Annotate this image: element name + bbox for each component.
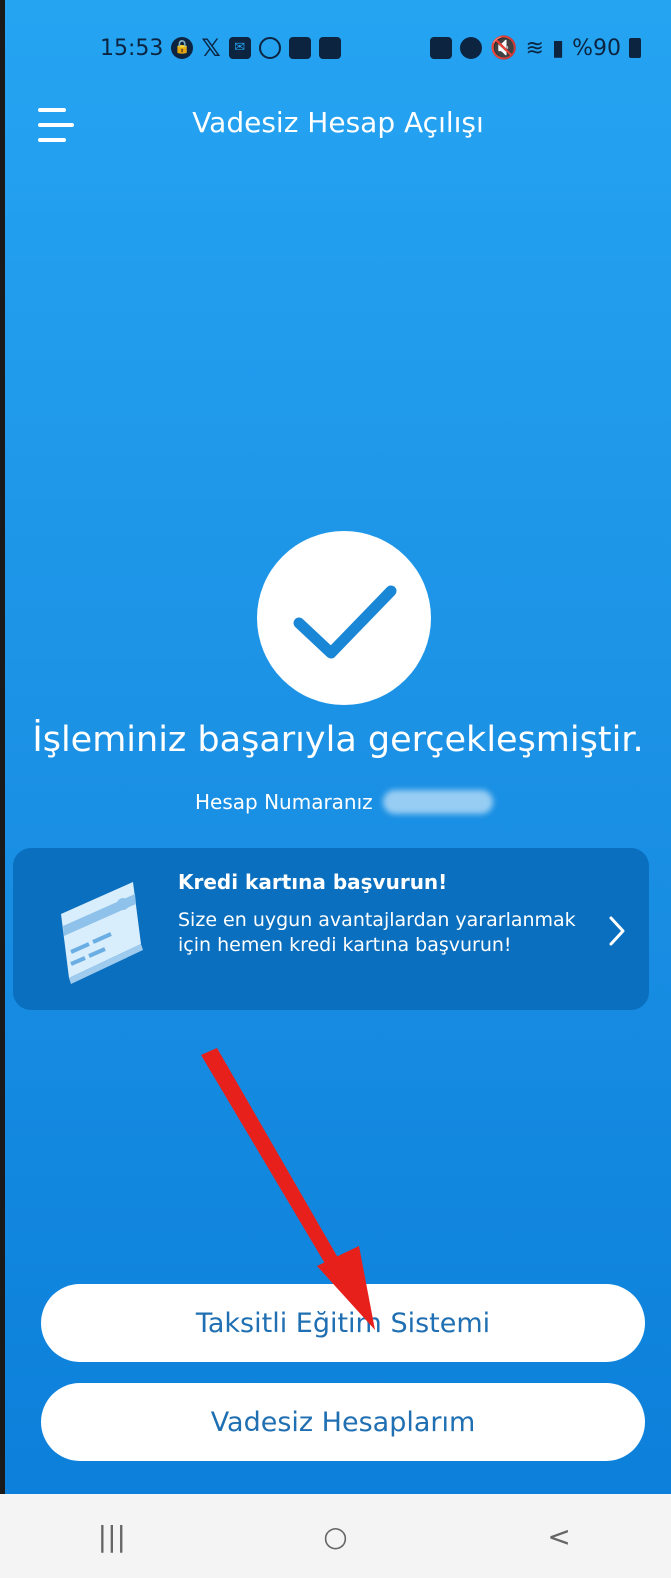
mute-icon: 🔇 xyxy=(490,35,518,61)
x-app-icon: 𝕏 xyxy=(201,34,221,62)
credit-card-icon xyxy=(61,882,143,984)
status-left: 15:53 🔒 𝕏 ✉ xyxy=(100,34,341,62)
recents-button[interactable]: ||| xyxy=(82,1506,142,1566)
battery-text: %90 xyxy=(572,35,621,61)
alarm-icon xyxy=(460,37,483,59)
success-message: İşleminiz başarıyla gerçekleşmiştir. xyxy=(32,720,644,760)
account-number-label: Hesap Numaranız xyxy=(195,790,373,814)
checkmark-icon xyxy=(293,585,397,659)
battery-icon xyxy=(629,38,641,58)
status-right: 🔇 ≋ ▮ %90 xyxy=(430,36,641,61)
status-bar: 15:53 🔒 𝕏 ✉ 🔇 ≋ ▮ %90 xyxy=(100,32,641,64)
wifi-icon: ≋ xyxy=(525,35,544,61)
status-time: 15:53 xyxy=(100,35,164,61)
promo-title: Kredi kartına başvurun! xyxy=(178,870,448,894)
home-button[interactable]: ○ xyxy=(305,1506,365,1566)
chevron-right-icon xyxy=(609,916,625,946)
gallery-icon xyxy=(318,37,341,59)
app-icon xyxy=(288,37,311,59)
success-circle xyxy=(257,531,431,705)
lock-icon: 🔒 xyxy=(171,37,194,59)
alarm-lock-icon xyxy=(430,37,453,59)
signal-icon: ▮ xyxy=(551,35,565,61)
back-button[interactable]: < xyxy=(529,1506,589,1566)
system-nav-bar: ||| ○ < xyxy=(0,1494,671,1578)
installment-education-button[interactable]: Taksitli Eğitim Sistemi xyxy=(41,1284,645,1362)
page-title: Vadesiz Hesap Açılışı xyxy=(192,106,484,139)
credit-card-promo[interactable]: Kredi kartına başvurun! Size en uygun av… xyxy=(13,848,649,1010)
my-accounts-button[interactable]: Vadesiz Hesaplarım xyxy=(41,1383,645,1461)
account-number-masked xyxy=(382,790,493,814)
clock-icon xyxy=(258,37,281,59)
promo-description: Size en uygun avantajlardan yararlanmak … xyxy=(178,909,576,956)
account-number-row: Hesap Numaranız xyxy=(195,790,493,814)
mail-icon: ✉ xyxy=(228,37,251,59)
app-screen: 15:53 🔒 𝕏 ✉ 🔇 ≋ ▮ %90 Vadesiz Hesap Açıl… xyxy=(0,0,671,1494)
